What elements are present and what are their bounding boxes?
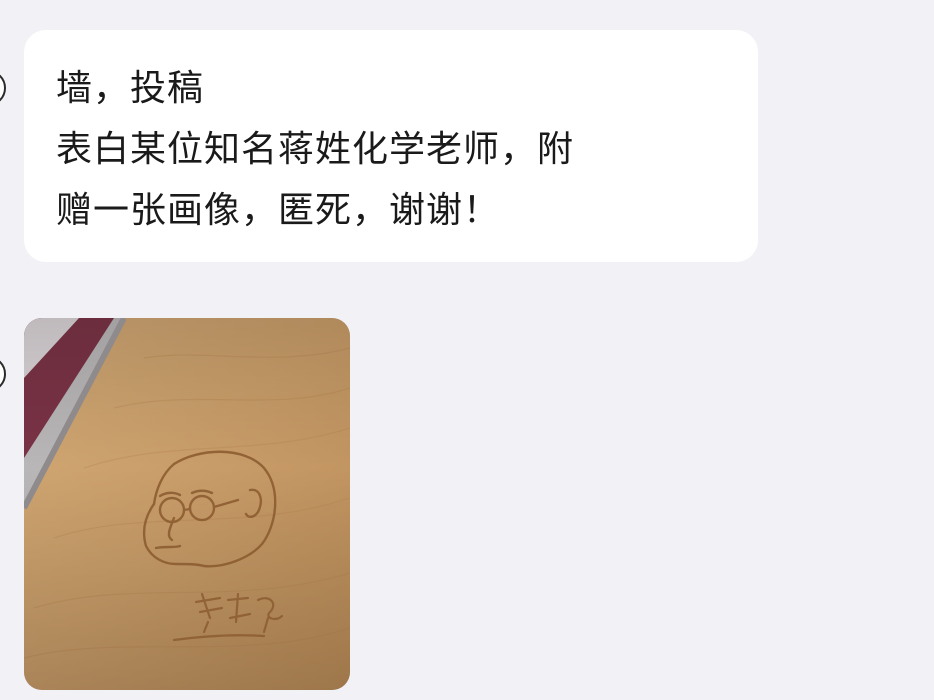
chat-view: 墙，投稿 表白某位知名蒋姓化学老师，附 赠一张画像，匿死，谢谢！ bbox=[0, 0, 934, 700]
message-line: 墙，投稿 bbox=[56, 68, 205, 109]
portrait-photo bbox=[24, 318, 350, 690]
message-line: 表白某位知名蒋姓化学老师，附 bbox=[56, 129, 575, 170]
sender-avatar[interactable] bbox=[0, 356, 6, 392]
message-bubble-image[interactable] bbox=[24, 318, 350, 690]
message-line: 赠一张画像，匿死，谢谢！ bbox=[56, 190, 501, 231]
message-bubble-text[interactable]: 墙，投稿 表白某位知名蒋姓化学老师，附 赠一张画像，匿死，谢谢！ bbox=[24, 30, 758, 262]
sender-avatar[interactable] bbox=[0, 70, 6, 106]
